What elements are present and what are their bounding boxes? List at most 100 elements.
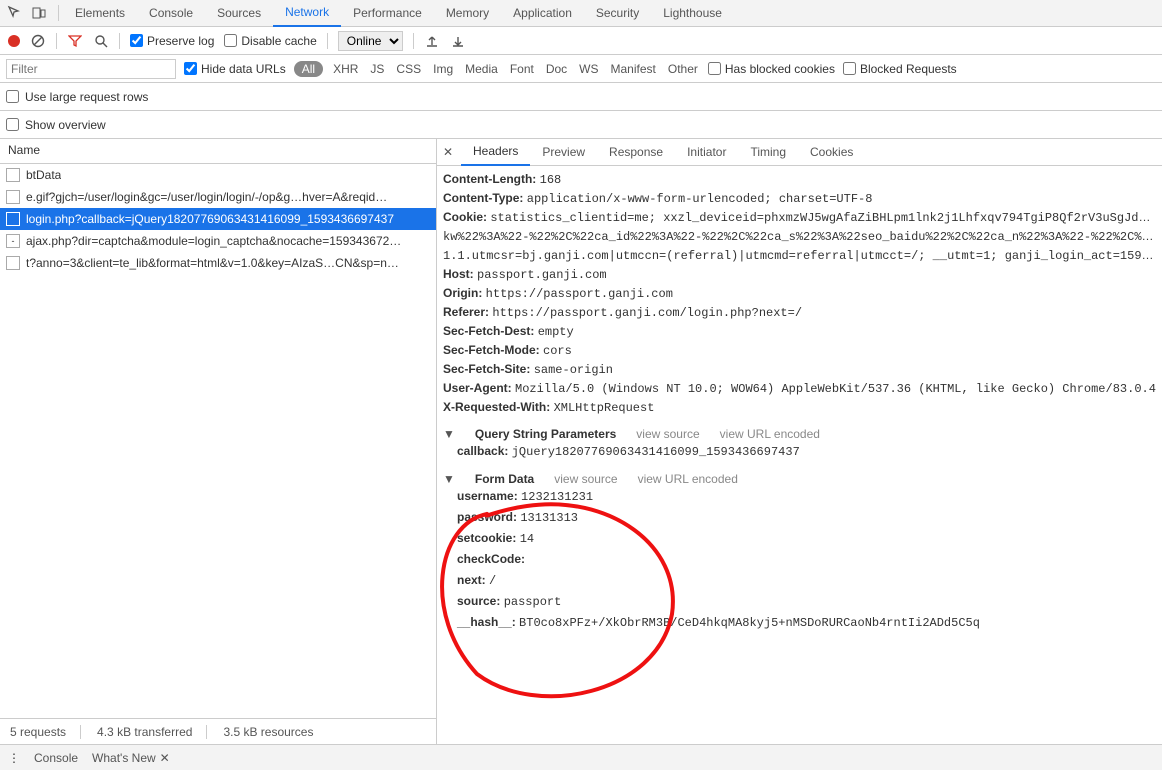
header-line: Content-Length: 168 xyxy=(443,170,1156,189)
show-overview-checkbox[interactable]: Show overview xyxy=(6,118,106,132)
large-rows-label: Use large request rows xyxy=(25,90,148,104)
detail-tab-cookies[interactable]: Cookies xyxy=(798,139,865,166)
detail-tab-timing[interactable]: Timing xyxy=(738,139,798,166)
detail-panel: ✕ Headers Preview Response Initiator Tim… xyxy=(437,139,1162,744)
drawer-tab-whatsnew[interactable]: What's New ✕ xyxy=(92,751,170,765)
tab-console[interactable]: Console xyxy=(137,0,205,27)
filter-type-other[interactable]: Other xyxy=(666,62,700,76)
has-blocked-cookies-checkbox[interactable]: Has blocked cookies xyxy=(708,62,835,76)
detail-tab-headers[interactable]: Headers xyxy=(461,139,530,166)
large-request-rows-checkbox[interactable]: Use large request rows xyxy=(6,90,148,104)
request-list-panel: Name btData e.gif?gjch=/user/login&gc=/us… xyxy=(0,139,437,744)
filter-type-media[interactable]: Media xyxy=(463,62,500,76)
detail-tab-initiator[interactable]: Initiator xyxy=(675,139,738,166)
request-row[interactable]: btData xyxy=(0,164,436,186)
tab-memory[interactable]: Memory xyxy=(434,0,501,27)
filter-type-ws[interactable]: WS xyxy=(577,62,600,76)
close-detail-icon[interactable]: ✕ xyxy=(443,145,461,159)
header-line: Sec-Fetch-Site: same-origin xyxy=(443,360,1156,379)
upload-har-icon[interactable] xyxy=(424,33,440,49)
name-column-header[interactable]: Name xyxy=(0,139,436,164)
close-whatsnew-icon[interactable]: ✕ xyxy=(160,751,170,765)
request-name: t?anno=3&client=te_lib&format=html&v=1.0… xyxy=(26,256,399,270)
filter-type-img[interactable]: Img xyxy=(431,62,455,76)
status-transferred: 4.3 kB transferred xyxy=(97,725,207,739)
header-line: Cookie: statistics_clientid=me; xxzl_dev… xyxy=(443,208,1156,227)
view-url-encoded-link[interactable]: view URL encoded xyxy=(638,472,738,486)
request-row[interactable]: login.php?callback=jQuery182077690634314… xyxy=(0,208,436,230)
tab-performance[interactable]: Performance xyxy=(341,0,434,27)
clear-icon[interactable] xyxy=(30,33,46,49)
request-name: btData xyxy=(26,168,61,182)
has-blocked-label: Has blocked cookies xyxy=(725,62,835,76)
overview-label: Show overview xyxy=(25,118,106,132)
file-icon xyxy=(6,256,20,270)
tab-lighthouse[interactable]: Lighthouse xyxy=(651,0,734,27)
inspect-icon[interactable] xyxy=(6,4,24,22)
query-string-section-header[interactable]: ▼Query String Parametersview sourceview … xyxy=(443,427,1156,441)
form-data-param: checkCode: xyxy=(443,549,1156,570)
filter-type-js[interactable]: JS xyxy=(368,62,386,76)
form-data-param: username: 1232131231 xyxy=(443,486,1156,507)
form-data-param: __hash__: BT0co8xPFz+/XkObrRM3B/CeD4hkqM… xyxy=(443,612,1156,633)
filter-type-css[interactable]: CSS xyxy=(394,62,423,76)
record-icon[interactable] xyxy=(8,35,20,47)
tab-application[interactable]: Application xyxy=(501,0,584,27)
device-toggle-icon[interactable] xyxy=(30,4,48,22)
tab-sources[interactable]: Sources xyxy=(205,0,273,27)
file-icon: - xyxy=(6,234,20,248)
search-icon[interactable] xyxy=(93,33,109,49)
header-line: User-Agent: Mozilla/5.0 (Windows NT 10.0… xyxy=(443,379,1156,398)
filter-type-all[interactable]: All xyxy=(294,61,323,77)
drawer-whatsnew-label: What's New xyxy=(92,751,156,765)
collapse-icon[interactable]: ▼ xyxy=(443,427,455,441)
header-line: X-Requested-With: XMLHttpRequest xyxy=(443,398,1156,417)
request-name: e.gif?gjch=/user/login&gc=/user/login/lo… xyxy=(26,190,387,204)
filter-type-font[interactable]: Font xyxy=(508,62,536,76)
throttling-select[interactable]: Online xyxy=(338,31,403,51)
network-toolbar: Preserve log Disable cache Online xyxy=(0,27,1162,55)
filter-icon[interactable] xyxy=(67,33,83,49)
form-data-section-header[interactable]: ▼Form Dataview sourceview URL encoded xyxy=(443,472,1156,486)
show-overview-row: Show overview xyxy=(0,111,1162,139)
collapse-icon[interactable]: ▼ xyxy=(443,472,455,486)
filter-type-doc[interactable]: Doc xyxy=(544,62,569,76)
download-har-icon[interactable] xyxy=(450,33,466,49)
hide-data-urls-label: Hide data URLs xyxy=(201,62,286,76)
view-url-encoded-link[interactable]: view URL encoded xyxy=(720,427,820,441)
request-list: btData e.gif?gjch=/user/login&gc=/user/lo… xyxy=(0,164,436,718)
view-source-link[interactable]: view source xyxy=(554,472,617,486)
filter-type-manifest[interactable]: Manifest xyxy=(609,62,658,76)
header-line: 1.1.utmcsr=bj.ganji.com|utmccn=(referral… xyxy=(443,246,1156,265)
filter-type-xhr[interactable]: XHR xyxy=(331,62,360,76)
request-row[interactable]: -ajax.php?dir=captcha&module=login_captc… xyxy=(0,230,436,252)
form-data-param: next: / xyxy=(443,570,1156,591)
view-source-link[interactable]: view source xyxy=(636,427,699,441)
filter-input[interactable] xyxy=(6,59,176,79)
request-name: login.php?callback=jQuery182077690634314… xyxy=(26,212,394,226)
blocked-requests-label: Blocked Requests xyxy=(860,62,957,76)
drawer-menu-icon[interactable]: ⋮ xyxy=(8,751,20,765)
large-request-rows-row: Use large request rows xyxy=(0,83,1162,111)
drawer-tab-console[interactable]: Console xyxy=(34,751,78,765)
blocked-requests-checkbox[interactable]: Blocked Requests xyxy=(843,62,957,76)
tab-network[interactable]: Network xyxy=(273,0,341,27)
detail-tab-response[interactable]: Response xyxy=(597,139,675,166)
detail-tab-preview[interactable]: Preview xyxy=(530,139,597,166)
file-icon xyxy=(6,168,20,182)
tab-elements[interactable]: Elements xyxy=(63,0,137,27)
status-resources: 3.5 kB resources xyxy=(223,725,327,739)
tab-security[interactable]: Security xyxy=(584,0,651,27)
request-row[interactable]: e.gif?gjch=/user/login&gc=/user/login/lo… xyxy=(0,186,436,208)
preserve-log-checkbox[interactable]: Preserve log xyxy=(130,34,214,48)
status-requests: 5 requests xyxy=(10,725,81,739)
devtools-tabs: Elements Console Sources Network Perform… xyxy=(0,0,1162,27)
request-name: ajax.php?dir=captcha&module=login_captch… xyxy=(26,234,401,248)
detail-tabs: ✕ Headers Preview Response Initiator Tim… xyxy=(437,139,1162,166)
drawer-tabs: ⋮ Console What's New ✕ xyxy=(0,744,1162,770)
form-data-param: password: 13131313 xyxy=(443,507,1156,528)
disable-cache-checkbox[interactable]: Disable cache xyxy=(224,34,316,48)
request-row[interactable]: t?anno=3&client=te_lib&format=html&v=1.0… xyxy=(0,252,436,274)
hide-data-urls-checkbox[interactable]: Hide data URLs xyxy=(184,62,286,76)
form-data-param: setcookie: 14 xyxy=(443,528,1156,549)
